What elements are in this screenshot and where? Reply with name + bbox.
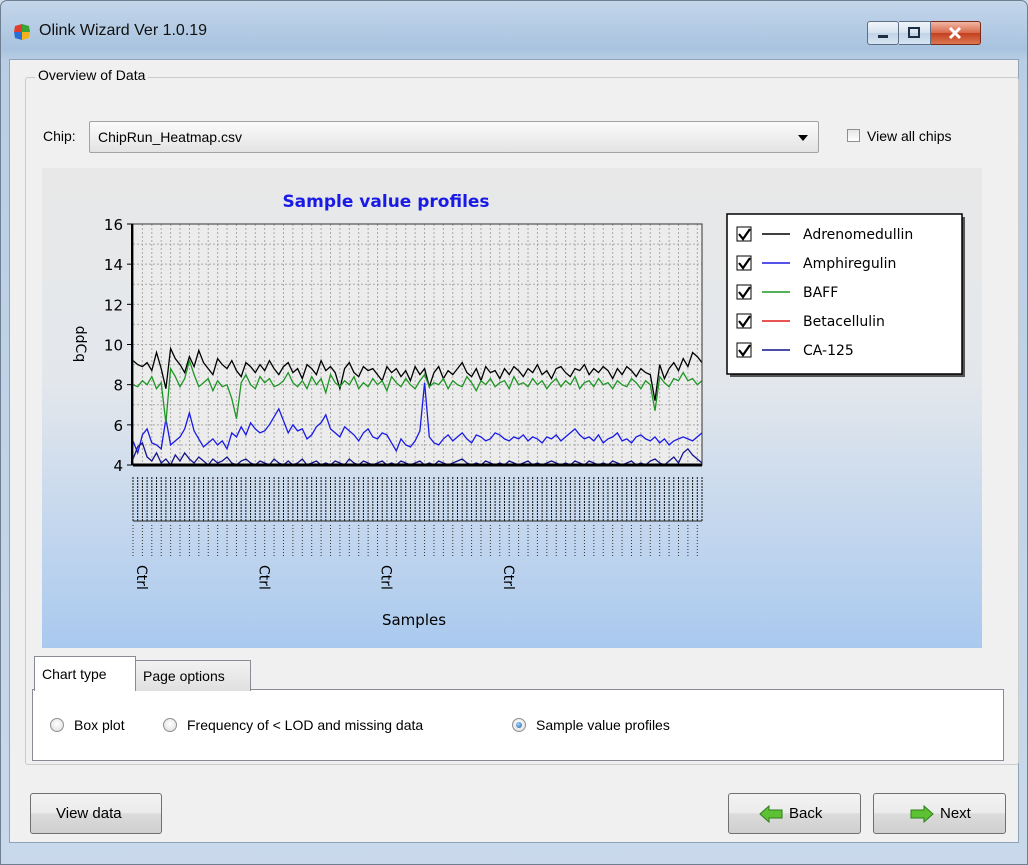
legend-label: CA-125 (803, 343, 854, 359)
y-tick-label: 4 (113, 457, 123, 475)
next-button[interactable]: Next (873, 793, 1006, 834)
y-tick-label: 8 (113, 377, 123, 395)
frequency-lod-radio[interactable] (163, 718, 177, 732)
x-tick-marks (132, 477, 703, 557)
tab-chart-type-label: Chart type (42, 666, 107, 682)
chip-selected-value: ChipRun_Heatmap.csv (98, 129, 242, 145)
back-label: Back (789, 805, 823, 822)
legend-label: Adrenomedullin (803, 227, 913, 243)
y-tick-label: 10 (104, 337, 123, 355)
x-tick-label: Ctrl (255, 565, 271, 590)
x-axis-label: Samples (382, 611, 446, 629)
view-data-button[interactable]: View data (30, 793, 162, 834)
next-label: Next (940, 805, 971, 822)
frequency-lod-label[interactable]: Frequency of < LOD and missing data (187, 717, 423, 733)
window-title: Olink Wizard Ver 1.0.19 (39, 22, 208, 39)
sample-value-profiles-label[interactable]: Sample value profiles (536, 717, 670, 733)
tab-page-options-label: Page options (143, 668, 225, 684)
minimize-icon (878, 35, 888, 38)
chart-panel: Sample value profiles ddCq Samples 4 6 8 10… (42, 168, 982, 648)
legend-label: BAFF (803, 285, 838, 301)
y-tick-label: 6 (113, 417, 123, 435)
minimize-button[interactable] (867, 21, 899, 45)
chip-label: Chip: (43, 128, 76, 144)
view-all-chips-checkbox[interactable] (847, 129, 860, 142)
legend-label: Betacellulin (803, 314, 885, 330)
x-tick-label: Ctrl (378, 565, 394, 590)
tab-chart-type[interactable]: Chart type (34, 656, 136, 691)
close-icon (948, 26, 962, 40)
x-tick-label: Ctrl (500, 565, 516, 590)
sample-value-profiles-chart: Sample value profiles ddCq Samples 4 6 8 10… (72, 192, 965, 629)
close-button[interactable] (931, 21, 981, 45)
dropdown-arrow-icon[interactable] (798, 135, 808, 141)
next-arrow-icon (910, 805, 934, 823)
app-icon (14, 24, 30, 40)
view-data-label: View data (56, 805, 122, 822)
box-plot-radio[interactable] (50, 718, 64, 732)
x-tick-label: Ctrl (133, 565, 149, 590)
back-arrow-icon (759, 805, 783, 823)
maximize-button[interactable] (899, 21, 931, 45)
y-tick-label: 12 (104, 296, 123, 314)
box-plot-label[interactable]: Box plot (74, 717, 125, 733)
y-axis-label: ddCq (72, 326, 88, 362)
wizard-window: Olink Wizard Ver 1.0.19 Overview of Data… (0, 0, 1028, 865)
chip-dropdown[interactable]: ChipRun_Heatmap.csv (89, 121, 819, 153)
back-button[interactable]: Back (728, 793, 861, 834)
y-tick-label: 14 (104, 256, 123, 274)
sample-value-profiles-radio[interactable] (512, 718, 526, 732)
chart-title: Sample value profiles (282, 192, 489, 212)
overview-group-title: Overview of Data (35, 67, 149, 83)
view-all-chips-label[interactable]: View all chips (867, 128, 952, 144)
maximize-icon (908, 27, 920, 38)
tab-page-options[interactable]: Page options (135, 660, 251, 691)
y-tick-label: 16 (104, 216, 123, 234)
title-bar[interactable]: Olink Wizard Ver 1.0.19 (1, 1, 1027, 59)
legend-label: Amphiregulin (803, 256, 896, 272)
